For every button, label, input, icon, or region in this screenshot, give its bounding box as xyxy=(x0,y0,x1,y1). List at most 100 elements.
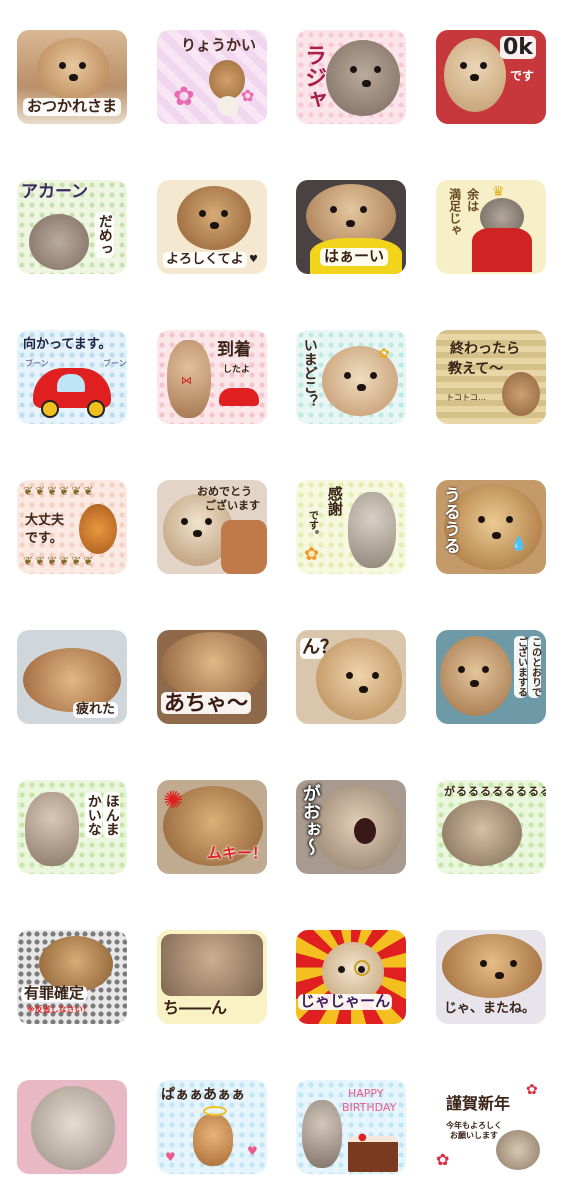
strawberry-icon: ● xyxy=(358,1132,367,1143)
sticker-caption: ほんま xyxy=(103,792,120,838)
sticker-caption: 有罪確定 xyxy=(21,985,88,1002)
sticker-caption: はぁーい xyxy=(320,248,389,266)
sticker-raja[interactable]: ラジャ xyxy=(296,30,406,124)
bowtie-icon: ⋈ xyxy=(181,374,192,387)
sticker-caption: あちゃ〜 xyxy=(161,692,251,714)
sticker-otsukaresama[interactable]: おつかれさま xyxy=(17,30,127,124)
sticker-mukattemasu[interactable]: 向かってます。 ブーン ブーン xyxy=(17,330,127,424)
sticker-konotoori[interactable]: このとおりで ございまする xyxy=(436,630,546,724)
sticker-happy-birthday[interactable]: HAPPY BIRTHDAY ● xyxy=(296,1080,406,1174)
sticker-jamatane[interactable]: じゃ、またね。 xyxy=(436,930,546,1024)
heart-icon: ♥ xyxy=(165,1150,176,1164)
sticker-caption: 終わったら xyxy=(450,341,520,357)
sticker-caption: BIRTHDAY xyxy=(342,1101,397,1114)
sticker-caption: 教えて〜 xyxy=(448,361,504,377)
heart-icon: ♥ xyxy=(247,1144,258,1158)
sticker-imadoko[interactable]: ✿ いまどこ？ xyxy=(296,330,406,424)
sticker-caption: かいな xyxy=(85,792,102,838)
sticker-n[interactable]: ん？ xyxy=(296,630,406,724)
monocle-icon xyxy=(354,960,370,976)
sticker-caption: ラジャ xyxy=(301,44,327,110)
sticker-chiin[interactable]: ち――ん xyxy=(157,930,267,1024)
sticker-omedetou[interactable]: おめでとう ございます xyxy=(157,480,267,574)
sticker-yoroshikuteyo[interactable]: よろしくてよ ♥ xyxy=(157,180,267,274)
sticker-caption-sub: 満足じゃ xyxy=(447,188,462,236)
sticker-caption: です。 xyxy=(25,531,63,546)
tear-icon: 💧 xyxy=(510,536,528,552)
sticker-caption: ち――ん xyxy=(163,998,228,1017)
sticker-caption-sub: だめっ xyxy=(95,212,114,258)
sticker-acha[interactable]: あちゃ〜 xyxy=(157,630,267,724)
sticker-caption-sub: 今年もよろしく xyxy=(446,1121,502,1130)
sticker-caption-sub: ブーン xyxy=(103,359,127,368)
plum-blossom-icon: ✿ xyxy=(526,1082,538,1098)
sticker-caption: いまどこ？ xyxy=(301,338,318,408)
open-mouth-icon xyxy=(354,818,376,844)
sticker-caption: うるうる xyxy=(439,486,460,554)
sticker-caption: りょうかい xyxy=(181,36,257,54)
sticker-caption-sub: トコトコ… xyxy=(446,393,486,402)
sticker-crown-pom[interactable]: ♔ xyxy=(17,1080,127,1174)
sticker-caption-sub: したよ xyxy=(223,365,251,375)
anger-mark-icon: ✺ xyxy=(163,786,184,814)
sticker-kinga-shinnen[interactable]: ✿ ✿ 謹賀新年 今年もよろしく お願いします xyxy=(436,1080,546,1174)
sticker-caption-sub: です。 xyxy=(306,510,318,540)
sticker-haai[interactable]: はぁーい xyxy=(296,180,406,274)
sticker-caption: がるるるるるるるる xyxy=(444,785,546,798)
sticker-paaa[interactable]: ぱぁぁあぁぁ ♥ ♥ xyxy=(157,1080,267,1174)
car-icon xyxy=(219,388,259,406)
sticker-kansha[interactable]: 感謝 です。 ✿ xyxy=(296,480,406,574)
sticker-mukii[interactable]: ✺ ムキー！ xyxy=(157,780,267,874)
sticker-yo-wa-manzoku[interactable]: ♛ 余は 満足じゃ xyxy=(436,180,546,274)
sticker-grid: おつかれさま ✿ ✿ りょうかい ラジャ 0k です アカーン だめっ よろしく… xyxy=(0,0,562,1200)
sticker-caption-sub: お願いします xyxy=(450,1131,498,1140)
car-window-icon xyxy=(57,374,85,392)
flower-icon: ✿ xyxy=(378,346,390,362)
sticker-akaan[interactable]: アカーン だめっ xyxy=(17,180,127,274)
sticker-owattara[interactable]: 終わったら 教えて〜 トコトコ… xyxy=(436,330,546,424)
sticker-caption: じゃ、またね。 xyxy=(444,1001,536,1016)
flower-icon: ✿ xyxy=(173,82,195,112)
sticker-uruuru[interactable]: 💧 うるうる xyxy=(436,480,546,574)
sticker-honma-kaina[interactable]: ほんま かいな xyxy=(17,780,127,874)
sticker-gaoo[interactable]: がおぉ〜 xyxy=(296,780,406,874)
leaf-garland-icon: ❦❦❦❦❦❦ xyxy=(23,554,96,568)
sticker-caption: よろしくてよ xyxy=(163,252,247,268)
crown-icon: ♛ xyxy=(492,184,505,200)
sticker-caption: ん？ xyxy=(300,637,338,659)
sticker-ok-desu[interactable]: 0k です xyxy=(436,30,546,124)
flower-icon: ✿ xyxy=(241,86,255,105)
sticker-caption: ございます xyxy=(205,499,260,512)
sticker-caption: 感謝 xyxy=(325,486,344,516)
sticker-caption: じゃじゃーん xyxy=(298,992,393,1010)
sticker-touchaku[interactable]: ⋈ 到着 したよ xyxy=(157,330,267,424)
sticker-caption: アカーン xyxy=(21,182,89,202)
sticker-ryoukai[interactable]: ✿ ✿ りょうかい xyxy=(157,30,267,124)
wheel-icon xyxy=(41,400,59,418)
sticker-caption: 大丈夫 xyxy=(25,513,65,528)
sticker-yuuzai-kakutei[interactable]: 有罪確定 ※反省しなさい！ xyxy=(17,930,127,1024)
sticker-caption: HAPPY xyxy=(348,1087,384,1100)
flower-icon: ✿ xyxy=(304,544,320,565)
sticker-caption: おめでとう xyxy=(197,485,252,498)
sticker-tsukareta[interactable]: 疲れた xyxy=(17,630,127,724)
sticker-jajaan[interactable]: じゃじゃーん xyxy=(296,930,406,1024)
sticker-caption-sub: です xyxy=(510,69,535,83)
sticker-caption: 向かってます。 xyxy=(23,337,112,352)
tiara-icon: ♔ xyxy=(57,1088,68,1102)
sticker-caption: 疲れた xyxy=(73,702,119,718)
sticker-daijoubu[interactable]: ❦❦❦❦❦❦ ❦❦❦❦❦❦ 大丈夫 です。 xyxy=(17,480,127,574)
sticker-caption: ムキー！ xyxy=(207,844,267,862)
sticker-caption: ございまする xyxy=(514,636,527,698)
sticker-caption: 0k xyxy=(500,36,536,59)
sticker-caption: 謹賀新年 xyxy=(444,1094,513,1113)
sticker-garururu[interactable]: がるるるるるるるる xyxy=(436,780,546,874)
sticker-caption: 余は xyxy=(465,188,480,212)
wheel-icon xyxy=(87,400,105,418)
leaf-garland-icon: ❦❦❦❦❦❦ xyxy=(23,484,96,498)
halo-icon xyxy=(203,1106,227,1116)
sticker-caption: このとおりで xyxy=(528,636,541,698)
sticker-caption-sub: ブーン xyxy=(25,359,49,368)
sticker-caption-sub: ※反省しなさい！ xyxy=(27,1005,91,1014)
sticker-caption: おつかれさま xyxy=(23,98,122,116)
